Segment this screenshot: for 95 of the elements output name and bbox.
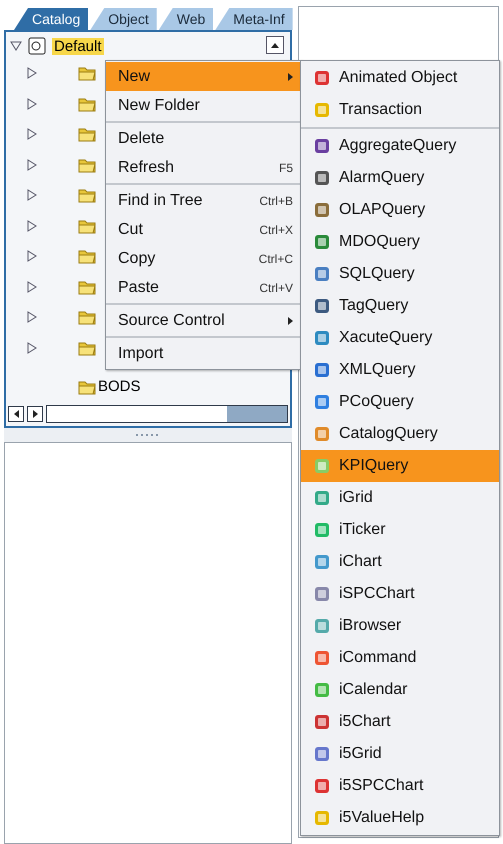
tab[interactable]: Meta-Inf [215,8,293,30]
tab[interactable]: Object [90,8,157,30]
folder-icon [78,278,96,295]
folder-icon [78,340,96,356]
folder-icon [78,156,96,173]
menu-item-icon [313,489,331,507]
tree-node[interactable]: Default [52,38,104,54]
menu-item[interactable]: MDOQuery [301,226,499,258]
menu-item-icon [313,521,331,539]
expand-arrow-icon[interactable] [26,220,38,232]
left-arrow-icon [14,410,18,418]
menu-item[interactable]: Paste Ctrl+V [106,273,301,302]
menu-item-icon [313,233,331,251]
menu-item[interactable]: i5Grid [301,738,499,770]
menu-item-icon [313,393,331,411]
menu-item[interactable]: KPIQuery [301,450,499,482]
menu-item[interactable]: New Folder [106,91,301,120]
menu-item[interactable]: i5ValueHelp [301,802,499,834]
menu-item[interactable]: TagQuery [301,290,499,322]
expand-arrow-icon[interactable] [26,280,38,293]
menu-item[interactable]: Delete [106,124,301,153]
horizontal-scrollbar[interactable] [46,405,288,423]
expand-arrow-icon[interactable] [26,67,38,80]
collapse-arrow-icon[interactable] [10,40,22,52]
folder-icon [78,309,96,326]
menu-item-icon [313,553,331,571]
menu-item[interactable]: i5Chart [301,706,499,738]
menu-item-icon [313,297,331,315]
scroll-right-button[interactable] [27,406,43,422]
menu-item-icon [313,681,331,699]
menu-item[interactable]: New [106,62,301,91]
tree-node[interactable]: BODS [96,378,143,395]
menu-item-icon [313,69,331,87]
folder-icon [78,187,96,204]
menu-item[interactable]: Copy Ctrl+C [106,244,301,273]
expand-arrow-icon[interactable] [26,311,38,324]
menu-item-icon [313,361,331,379]
menu-item-icon [313,617,331,635]
menu-item[interactable]: AlarmQuery [301,162,499,194]
menu-item[interactable]: Import [106,339,301,368]
tab[interactable]: Catalog [14,8,88,30]
menu-item-icon [313,585,331,603]
scroll-left-button[interactable] [8,406,24,422]
expand-arrow-icon[interactable] [26,189,38,202]
menu-item[interactable]: iCommand [301,642,499,674]
menu-item[interactable]: Transaction [301,94,499,126]
expand-arrow-icon[interactable] [26,250,38,262]
menu-item[interactable]: XMLQuery [301,354,499,386]
menu-item-icon [313,713,331,731]
expand-arrow-icon[interactable] [26,128,38,140]
expand-arrow-icon[interactable] [26,342,38,354]
up-arrow-icon [271,42,279,48]
folder-icon [78,126,96,142]
menu-item-icon [313,329,331,347]
folder-icon [78,65,96,82]
menu-item[interactable]: SQLQuery [301,258,499,290]
menu-item[interactable]: iGrid [301,482,499,514]
folder-icon [78,379,96,395]
folder-icon [78,96,96,112]
catalog-icon [28,37,46,55]
folder-icon [78,248,96,264]
menu-item-icon [313,457,331,475]
menu-item[interactable]: CatalogQuery [301,418,499,450]
menu-item[interactable]: Source Control [106,306,301,335]
menu-item[interactable]: iBrowser [301,610,499,642]
menu-item-icon [313,137,331,155]
menu-item[interactable]: AggregateQuery [301,130,499,162]
tab[interactable]: Web [158,8,214,30]
scroll-up-button[interactable] [266,36,284,54]
menu-item[interactable]: OLAPQuery [301,194,499,226]
menu-item[interactable]: PCoQuery [301,386,499,418]
menu-item-icon [313,649,331,667]
menu-item[interactable]: iCalendar [301,674,499,706]
menu-item-icon [313,201,331,219]
right-arrow-icon [32,410,38,418]
menu-item-icon [313,809,331,827]
folder-icon [78,218,96,234]
menu-item[interactable]: Cut Ctrl+X [106,215,301,244]
menu-item[interactable]: Find in Tree Ctrl+B [106,186,301,215]
menu-item[interactable]: XacuteQuery [301,322,499,354]
menu-item[interactable]: i5SPCChart [301,770,499,802]
menu-item-icon [313,169,331,187]
splitter-handle[interactable] [4,428,292,442]
menu-item-icon [313,745,331,763]
menu-item[interactable]: Animated Object [301,62,499,94]
menu-item-icon [313,425,331,443]
expand-arrow-icon[interactable] [26,98,38,110]
expand-arrow-icon[interactable] [26,158,38,171]
menu-item[interactable]: Refresh F5 [106,153,301,182]
menu-item[interactable]: iSPCChart [301,578,499,610]
menu-item-icon [313,265,331,283]
menu-item[interactable]: iTicker [301,514,499,546]
menu-item-icon [313,101,331,119]
menu-item[interactable]: iChart [301,546,499,578]
menu-item-icon [313,777,331,795]
